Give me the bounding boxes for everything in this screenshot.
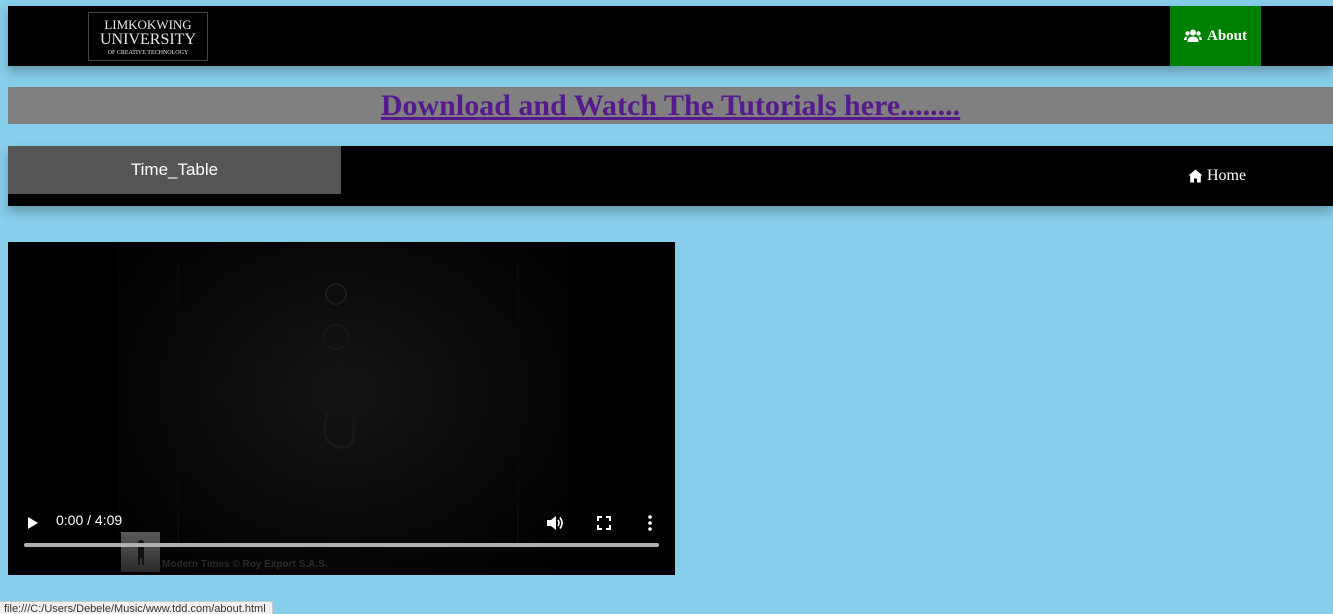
browser-status-url: file:///C:/Users/Debele/Music/www.tdd.co…	[0, 601, 273, 614]
time-table-tab[interactable]: Time_Table	[8, 146, 341, 194]
logo-line1: LIMKOKWING	[104, 16, 192, 32]
logo-line2: UNIVERSITY	[100, 30, 196, 48]
video-progress-bar[interactable]	[24, 543, 659, 547]
volume-button[interactable]	[545, 514, 565, 532]
home-icon	[1188, 169, 1203, 183]
home-link[interactable]: Home	[1188, 166, 1246, 186]
video-controls: 0:00 / 4:09	[8, 505, 675, 575]
about-button[interactable]: About	[1170, 6, 1261, 66]
volume-icon	[547, 516, 563, 530]
video-time-display: 0:00 / 4:09	[56, 512, 123, 528]
about-label: About	[1206, 27, 1247, 44]
play-icon	[28, 517, 38, 529]
top-navbar: LIMKOKWING UNIVERSITY OF CREATIVE TECHNO…	[8, 6, 1333, 66]
page: LIMKOKWING UNIVERSITY OF CREATIVE TECHNO…	[0, 0, 1333, 614]
video-player[interactable]: Modern Times © Roy Export S.A.S. 0:00 / …	[8, 242, 675, 575]
logo-line3: OF CREATIVE TECHNOLOGY	[107, 49, 189, 56]
university-logo[interactable]: LIMKOKWING UNIVERSITY OF CREATIVE TECHNO…	[88, 12, 208, 61]
fullscreen-button[interactable]	[595, 514, 613, 532]
vertical-dots-icon	[648, 515, 652, 531]
tutorials-banner: Download and Watch The Tutorials here...…	[8, 87, 1333, 124]
more-options-button[interactable]	[644, 514, 656, 532]
secondary-navbar: Time_Table Home	[8, 146, 1333, 206]
play-button[interactable]	[24, 514, 42, 532]
home-label: Home	[1207, 167, 1247, 184]
users-icon	[1183, 29, 1202, 42]
tutorials-download-link[interactable]: Download and Watch The Tutorials here...…	[381, 90, 960, 121]
fullscreen-icon	[597, 516, 611, 530]
